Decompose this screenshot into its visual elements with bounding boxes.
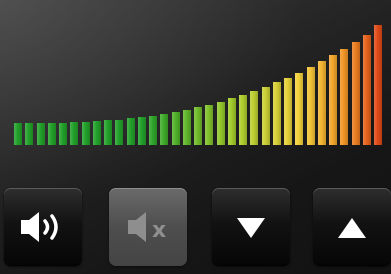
volume-bar	[115, 119, 124, 145]
speaker-mute-icon: x	[128, 212, 166, 243]
triangle-up-icon	[338, 218, 366, 238]
volume-bar	[171, 111, 180, 145]
volume-up-button[interactable]	[313, 188, 391, 266]
volume-bar	[14, 123, 23, 145]
volume-bar	[329, 55, 338, 145]
volume-bar	[317, 61, 326, 145]
volume-bar	[340, 48, 349, 145]
mute-button[interactable]: x	[109, 188, 187, 266]
volume-bar	[261, 86, 270, 145]
volume-bar	[362, 34, 371, 145]
volume-bar	[194, 107, 203, 145]
volume-down-button[interactable]	[212, 188, 290, 266]
volume-bar	[70, 122, 79, 145]
volume-bar	[351, 41, 360, 145]
volume-panel: x	[0, 0, 391, 274]
volume-bar	[36, 122, 45, 145]
volume-bar	[59, 122, 68, 145]
volume-bar	[239, 94, 248, 145]
volume-bar	[306, 67, 315, 145]
volume-bar	[272, 82, 281, 145]
mute-x-label: x	[152, 218, 166, 243]
volume-bar	[137, 117, 146, 145]
triangle-down-icon	[237, 218, 265, 238]
volume-bar	[104, 120, 113, 145]
volume-bar	[227, 98, 236, 145]
volume-bar	[47, 122, 56, 145]
speaker-sound-icon	[21, 212, 58, 242]
volume-bar	[160, 113, 169, 145]
volume-bar	[81, 121, 90, 145]
volume-bar	[25, 123, 34, 145]
volume-bar	[284, 77, 293, 145]
volume-bar	[205, 104, 214, 145]
volume-bar	[182, 109, 191, 145]
volume-level-meter	[0, 0, 391, 160]
volume-bar	[216, 101, 225, 145]
volume-bar	[250, 90, 259, 145]
volume-on-button[interactable]	[4, 188, 82, 266]
volume-bar	[374, 25, 383, 145]
volume-bar	[92, 121, 101, 145]
volume-bar	[295, 72, 304, 145]
volume-bar	[149, 115, 158, 145]
volume-bar	[126, 118, 135, 145]
